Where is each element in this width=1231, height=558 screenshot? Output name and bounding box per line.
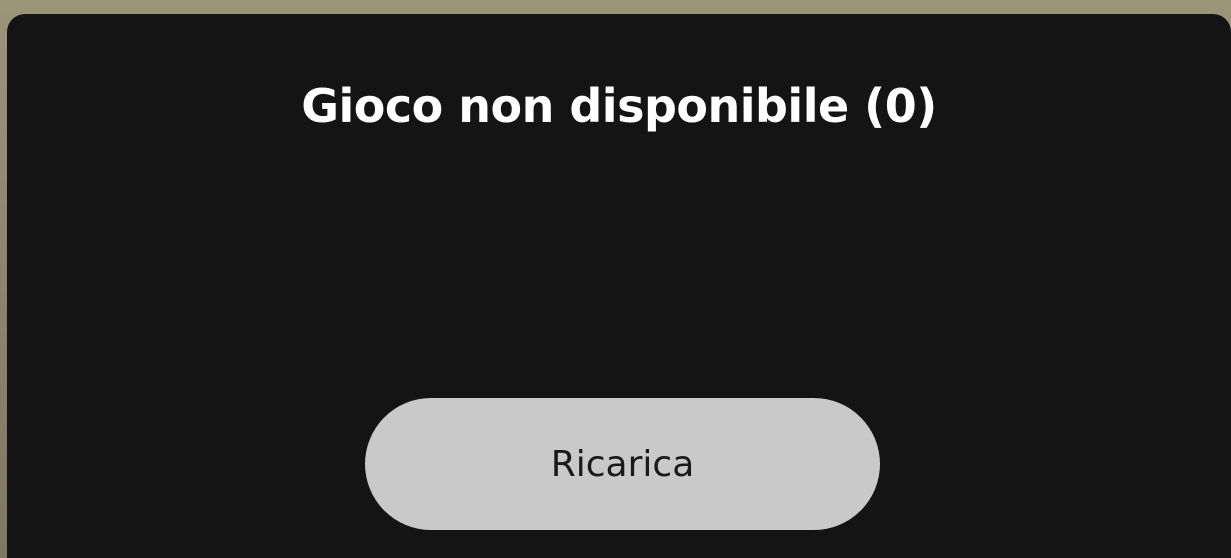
reload-button[interactable]: Ricarica	[365, 398, 880, 530]
error-dialog: Gioco non disponibile (0) Ricarica	[7, 14, 1231, 558]
dialog-title: Gioco non disponibile (0)	[301, 79, 937, 133]
